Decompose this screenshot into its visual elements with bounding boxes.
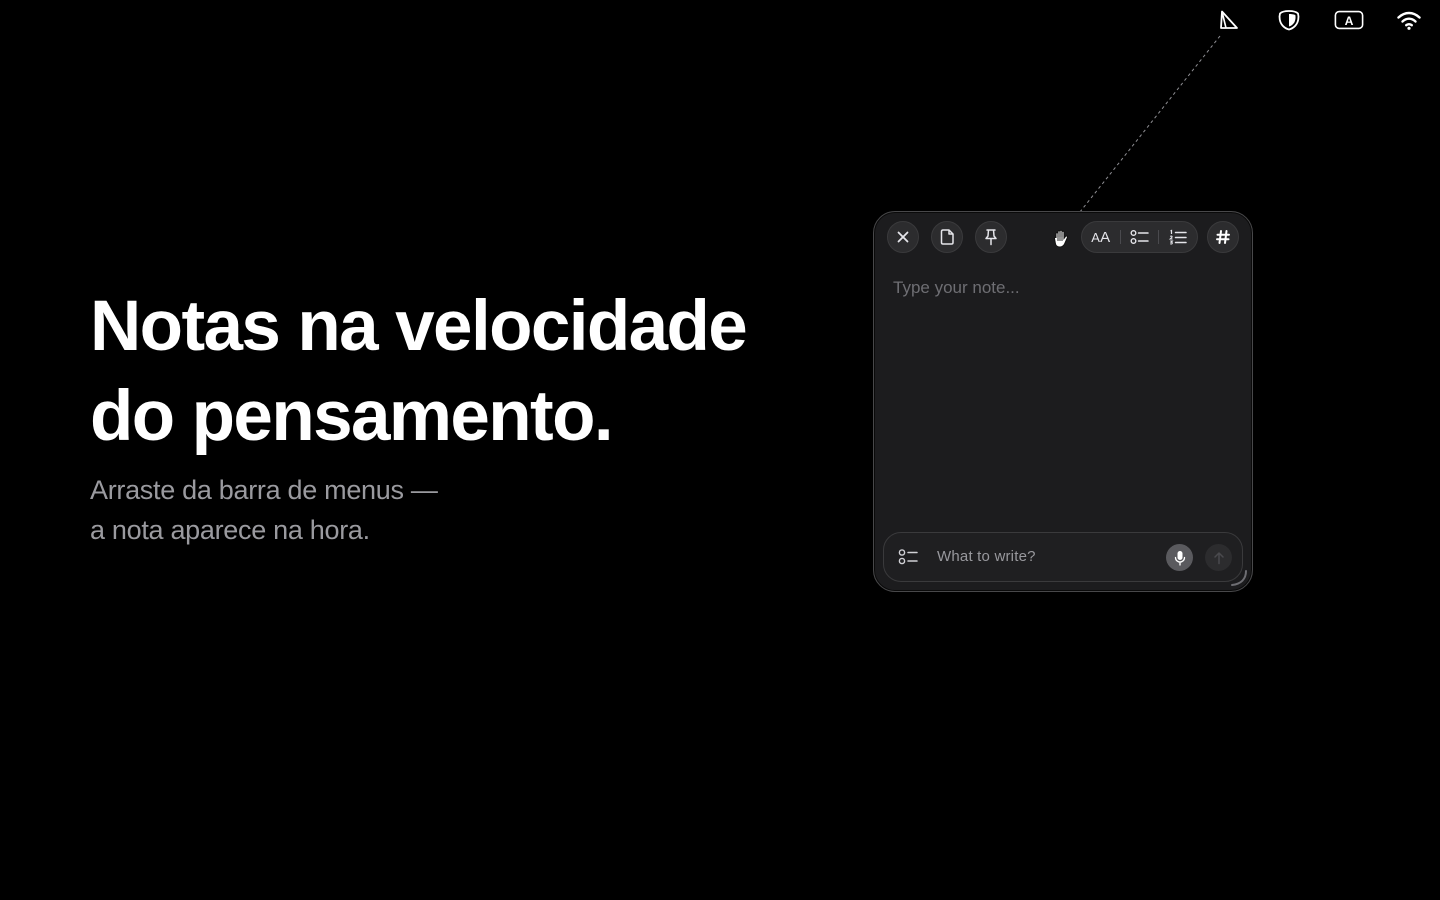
checklist-button[interactable]: [1121, 222, 1159, 252]
close-button[interactable]: [887, 221, 919, 253]
shield-icon[interactable]: [1274, 6, 1304, 34]
close-icon: [897, 231, 909, 243]
text-size-label: AA: [1091, 228, 1111, 246]
microphone-button[interactable]: [1166, 544, 1193, 571]
format-group: AA: [1081, 221, 1198, 253]
hashtag-icon: [1216, 230, 1230, 244]
text-size-button[interactable]: AA: [1082, 222, 1120, 252]
microphone-icon: [1174, 550, 1185, 566]
composer: What to write?: [883, 532, 1243, 582]
wifi-icon[interactable]: [1394, 6, 1424, 34]
composer-input[interactable]: What to write?: [937, 548, 1036, 565]
document-icon: [940, 229, 954, 245]
hero-subtitle: Arraste da barra de menus — a nota apare…: [90, 470, 810, 550]
hero-subtitle-line-1: Arraste da barra de menus —: [90, 475, 438, 505]
hero-title: Notas na velocidade do pensamento.: [90, 282, 810, 462]
arrow-up-icon: [1213, 551, 1224, 564]
checklist-toggle-button[interactable]: [898, 547, 920, 567]
input-source-label: A: [1345, 14, 1354, 28]
numbered-list-button[interactable]: [1159, 222, 1197, 252]
note-body-placeholder[interactable]: Type your note...: [893, 278, 1233, 298]
numbered-list-icon: [1169, 229, 1187, 245]
pin-icon: [985, 229, 997, 246]
hero-title-line-1: Notas na velocidade: [90, 287, 748, 366]
tag-button[interactable]: [1207, 221, 1239, 253]
hero-subtitle-line-2: a nota aparece na hora.: [90, 515, 370, 545]
new-document-button[interactable]: [931, 221, 963, 253]
note-window[interactable]: AA Type your note... What to write?: [873, 211, 1253, 592]
resize-handle[interactable]: [1226, 565, 1248, 587]
input-source-icon[interactable]: A: [1334, 6, 1364, 34]
checklist-icon: [1130, 230, 1149, 244]
hero: Notas na velocidade do pensamento. Arras…: [90, 282, 810, 550]
hand-icon[interactable]: [1048, 225, 1076, 253]
landing-stage: A Notas na velocidade do pensamento. Arr…: [0, 0, 1440, 900]
pin-button[interactable]: [975, 221, 1007, 253]
checklist-icon: [898, 549, 918, 565]
menu-bar-extras: A: [1214, 6, 1424, 34]
hero-title-line-2: do pensamento.: [90, 377, 614, 456]
note-toolbar: AA: [886, 221, 1240, 255]
notes-app-icon[interactable]: [1214, 6, 1244, 34]
